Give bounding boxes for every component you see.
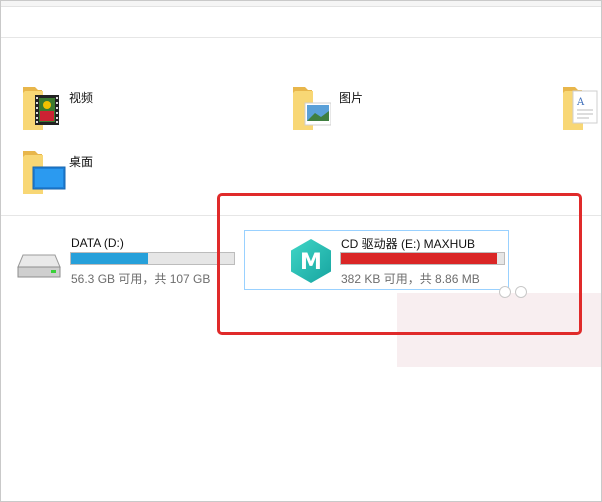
video-folder-icon	[21, 83, 61, 131]
drive-space-info: 382 KB 可用，共 8.86 MB	[341, 272, 480, 286]
drive-data-d[interactable]: DATA (D:) 56.3 GB 可用，共 107 GB	[1, 231, 241, 291]
toolbar-area	[1, 7, 601, 38]
document-folder-icon: A	[561, 83, 601, 131]
maxhub-logo-letter: M	[300, 250, 322, 275]
svg-text:A: A	[576, 97, 585, 108]
drive-space-info: 56.3 GB 可用，共 107 GB	[71, 272, 211, 286]
drive-cd-e[interactable]: M CD 驱动器 (E:) MAXHUB 382 KB 可用，共 8.86 MB	[244, 230, 509, 290]
folder-label: 图片	[339, 91, 364, 105]
drive-name: CD 驱动器 (E:) MAXHUB	[341, 237, 476, 251]
folder-desktop[interactable]: 桌面	[21, 147, 93, 195]
folder-label: 桌面	[69, 155, 94, 169]
ring-icon	[499, 286, 511, 298]
drive-usage-fill	[341, 253, 498, 264]
screen-glare	[397, 293, 601, 367]
drive-usage-fill	[71, 253, 148, 264]
picture-folder-icon	[291, 83, 332, 131]
folder-documents[interactable]: A	[561, 83, 601, 131]
folder-label: 视频	[69, 91, 94, 105]
maxhub-logo-icon: M	[287, 237, 335, 290]
drive-name: DATA (D:)	[71, 236, 124, 250]
folder-pictures[interactable]: 图片	[291, 83, 363, 131]
explorer-window: 视频 图片 A 桌面 DATA (D:) 56.3 GB 可用，共 107 GB…	[0, 0, 602, 502]
drive-usage-bar	[70, 252, 235, 265]
hard-drive-icon	[17, 253, 61, 284]
ring-icon	[515, 286, 527, 298]
folder-videos[interactable]: 视频	[21, 83, 93, 131]
desktop-folder-icon	[21, 147, 66, 195]
drive-usage-bar	[340, 252, 505, 265]
section-divider	[1, 215, 601, 216]
